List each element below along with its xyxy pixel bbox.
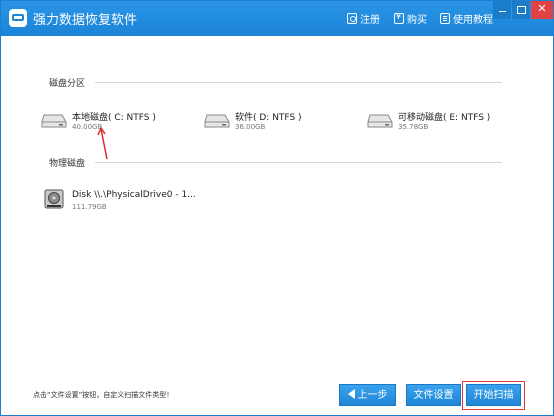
physical-divider (95, 162, 502, 163)
back-label: 上一步 (357, 390, 388, 401)
back-button[interactable]: 上一步 (339, 384, 396, 406)
physical-disk-name: Disk \\.\PhysicalDrive0 - 1... (72, 190, 196, 200)
partitions-section-title: 磁盘分区 (49, 79, 86, 89)
maximize-button[interactable] (512, 1, 531, 19)
yen-icon (394, 12, 404, 24)
app-title: 强力数据恢复软件 (33, 13, 138, 28)
partition-name: 本地磁盘( C: NTFS ) (72, 113, 156, 123)
tutorial-label: 使用教程 (453, 15, 493, 26)
register-icon (347, 13, 357, 24)
buy-label: 购买 (407, 15, 427, 26)
hard-drive-icon (367, 114, 393, 128)
physical-disk-size: 111.79GB (72, 203, 107, 211)
partitions-divider (95, 82, 502, 83)
app-logo-icon (9, 9, 27, 27)
register-link[interactable]: 注册 (347, 11, 380, 26)
hard-drive-icon (41, 114, 67, 128)
physical-disk-icon (44, 189, 64, 209)
file-settings-button[interactable]: 文件设置 (406, 384, 461, 406)
minimize-button[interactable] (493, 1, 512, 19)
partition-size: 36.00GB (235, 123, 266, 131)
physical-disk-0[interactable]: Disk \\.\PhysicalDrive0 - 1... 111.79GB (44, 189, 214, 215)
tutorial-icon (440, 13, 450, 24)
annotation-arrow-icon (97, 127, 108, 160)
hint-text: 点击“文件设置”按钮，自定义扫描文件类型！ (33, 391, 174, 399)
arrow-left-icon (347, 389, 355, 399)
physical-section-title: 物理磁盘 (49, 159, 86, 169)
buy-link[interactable]: 购买 (394, 11, 427, 26)
app-window: 强力数据恢复软件 注册 购买 使用教程 ✕ 磁盘分区 本地磁盘( C: NTFS… (0, 0, 554, 416)
partition-name: 可移动磁盘( E: NTFS ) (398, 113, 491, 123)
close-button[interactable]: ✕ (531, 1, 553, 19)
partition-name: 软件( D: NTFS ) (235, 113, 302, 123)
partition-e[interactable]: 可移动磁盘( E: NTFS ) 35.78GB (367, 110, 517, 136)
register-label: 注册 (360, 15, 380, 26)
partition-d[interactable]: 软件( D: NTFS ) 36.00GB (204, 110, 334, 136)
title-bar[interactable]: 强力数据恢复软件 注册 购买 使用教程 ✕ (1, 1, 553, 36)
hard-drive-icon (204, 114, 230, 128)
partition-size: 35.78GB (398, 123, 429, 131)
start-scan-button[interactable]: 开始扫描 (466, 384, 521, 406)
window-controls: ✕ (493, 1, 553, 20)
tutorial-link[interactable]: 使用教程 (440, 11, 493, 26)
